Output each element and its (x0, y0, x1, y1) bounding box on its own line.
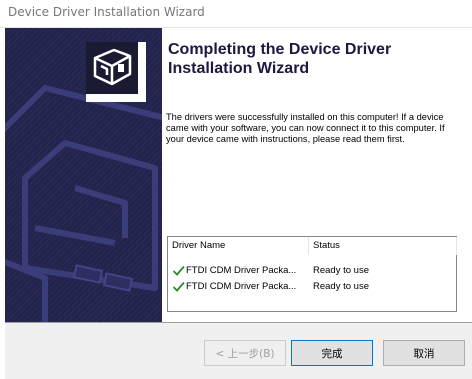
driver-status: Ready to use (313, 281, 369, 292)
table-row[interactable]: FTDI CDM Driver Packa... Ready to use (168, 264, 456, 278)
cancel-button[interactable]: 取消 (383, 340, 465, 366)
driver-name: FTDI CDM Driver Packa... (186, 265, 297, 276)
page-title: Completing the Device Driver Installatio… (168, 41, 392, 77)
driver-status: Ready to use (313, 265, 369, 276)
table-row[interactable]: FTDI CDM Driver Packa... Ready to use (168, 280, 456, 294)
completion-message: The drivers were successfully installed … (166, 112, 445, 145)
wizard-content: Completing the Device Driver Installatio… (162, 28, 472, 322)
column-divider[interactable] (456, 237, 457, 255)
column-divider[interactable] (308, 237, 309, 255)
column-driver-name[interactable]: Driver Name (172, 240, 225, 251)
title-bar[interactable]: Device Driver Installation Wizard (0, 0, 472, 28)
driver-name: FTDI CDM Driver Packa... (186, 281, 297, 292)
finish-button[interactable]: 完成 (291, 340, 373, 366)
window-title: Device Driver Installation Wizard (8, 5, 205, 19)
device-icon (86, 42, 146, 102)
driver-list[interactable]: Driver Name Status FTDI CDM Driver Packa… (167, 236, 457, 312)
column-status[interactable]: Status (313, 240, 340, 251)
green-check-icon (172, 281, 185, 292)
wizard-banner (5, 28, 162, 322)
back-button[interactable]: < 上一步(B) (204, 340, 286, 366)
green-check-icon (172, 265, 185, 276)
driver-list-header: Driver Name Status (168, 237, 457, 255)
